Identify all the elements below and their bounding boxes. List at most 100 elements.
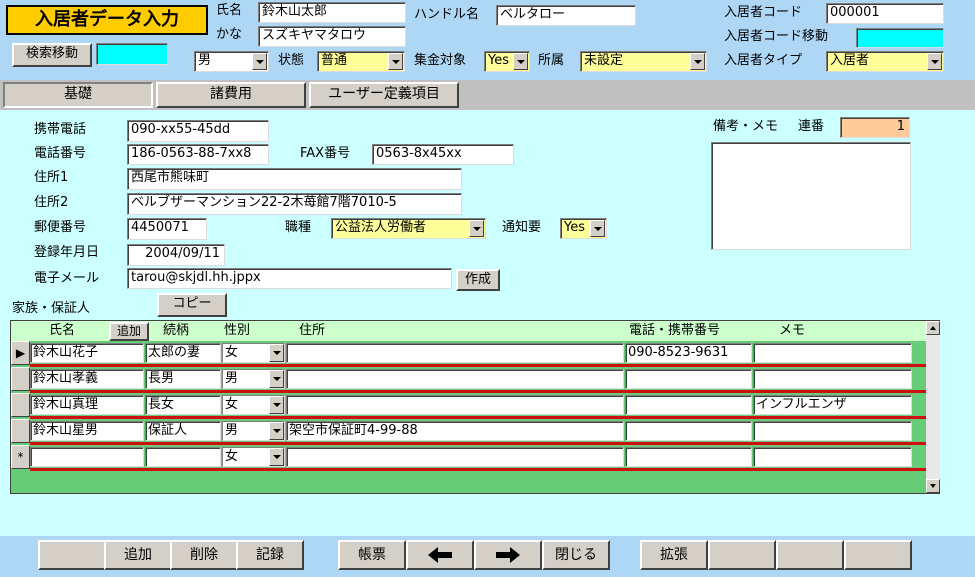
next-record-button[interactable] xyxy=(474,540,542,570)
row-selector[interactable]: * xyxy=(11,445,30,469)
address2-field[interactable]: ベルブザーマンション22-2木苺館7階7010-5 xyxy=(127,193,462,215)
chevron-down-icon[interactable] xyxy=(269,396,284,414)
name-field[interactable]: 鈴木山太郎 xyxy=(258,2,406,23)
gender-cell[interactable]: 女 xyxy=(222,343,285,363)
scroll-up-icon[interactable] xyxy=(926,321,940,335)
chevron-down-icon[interactable] xyxy=(269,422,284,440)
mobile-field[interactable]: 090-xx55-45dd xyxy=(127,120,269,142)
address-cell[interactable] xyxy=(286,369,624,389)
family-name-cell[interactable]: 鈴木山花子 xyxy=(30,343,144,363)
expand-button[interactable]: 拡張 xyxy=(640,540,708,570)
row-selector[interactable] xyxy=(11,393,30,417)
row-selector[interactable]: ▶ xyxy=(11,341,30,365)
delete-record-button[interactable]: 削除 xyxy=(170,540,238,570)
chevron-down-icon[interactable] xyxy=(513,53,528,70)
gender-cell[interactable]: 女 xyxy=(222,447,285,467)
blank-button-2[interactable] xyxy=(708,540,776,570)
job-combo[interactable]: 公益法人労働者 xyxy=(331,218,486,239)
row-selector[interactable] xyxy=(11,367,30,391)
collect-target-combo[interactable]: Yes xyxy=(484,51,530,72)
resident-code-label: 入居者コード xyxy=(724,5,803,20)
scroll-down-icon[interactable] xyxy=(926,479,940,493)
zip-field[interactable]: 4450071 xyxy=(127,218,207,240)
table-row[interactable]: 鈴木山星男 保証人 男 架空市保証町4-99-88 xyxy=(11,419,926,445)
relation-cell[interactable]: 長男 xyxy=(145,369,221,389)
email-field[interactable]: tarou@skjdl.hh.jppx xyxy=(127,268,452,289)
memo-cell[interactable] xyxy=(753,421,912,441)
phone-cell[interactable] xyxy=(625,395,752,415)
phone-cell[interactable] xyxy=(625,447,752,467)
phone-cell[interactable] xyxy=(625,421,752,441)
family-name-cell[interactable]: 鈴木山真理 xyxy=(30,395,144,415)
add-family-button[interactable]: 追加 xyxy=(109,322,149,341)
chevron-down-icon[interactable] xyxy=(927,53,942,70)
tab-basic[interactable]: 基礎 xyxy=(3,82,153,108)
previous-record-button[interactable] xyxy=(406,540,474,570)
table-row[interactable]: 鈴木山孝義 長男 男 xyxy=(11,367,926,393)
close-button[interactable]: 閉じる xyxy=(542,540,610,570)
copy-button[interactable]: コピー xyxy=(157,293,227,317)
chevron-down-icon[interactable] xyxy=(388,53,403,70)
phone-label: 電話番号 xyxy=(34,146,87,161)
handle-field[interactable]: ベルタロー xyxy=(496,5,636,26)
search-move-field[interactable] xyxy=(96,43,168,65)
arrow-left-icon xyxy=(428,547,452,563)
memo-textarea[interactable] xyxy=(711,142,911,250)
gender-cell[interactable]: 女 xyxy=(222,395,285,415)
address-cell[interactable]: 架空市保証町4-99-88 xyxy=(286,421,624,441)
status-combo[interactable]: 普通 xyxy=(317,51,405,72)
table-row[interactable]: 鈴木山真理 長女 女 インフルエンザ xyxy=(11,393,926,419)
tab-expenses[interactable]: 諸費用 xyxy=(156,82,306,108)
blank-button-4[interactable] xyxy=(844,540,912,570)
chevron-down-icon[interactable] xyxy=(252,53,267,70)
save-record-button[interactable]: 記録 xyxy=(236,540,304,570)
gender-combo[interactable]: 男 xyxy=(194,51,269,72)
chevron-down-icon[interactable] xyxy=(469,220,484,237)
phone-field[interactable]: 186-0563-88-7xx8 xyxy=(127,144,269,165)
chevron-down-icon[interactable] xyxy=(269,448,284,466)
relation-cell[interactable] xyxy=(145,447,221,467)
chevron-down-icon[interactable] xyxy=(269,344,284,362)
affiliation-combo[interactable]: 未設定 xyxy=(580,51,707,72)
fax-field[interactable]: 0563-8x45xx xyxy=(372,144,514,165)
phone-cell[interactable] xyxy=(625,369,752,389)
ledger-button[interactable]: 帳票 xyxy=(338,540,406,570)
chevron-down-icon[interactable] xyxy=(690,53,705,70)
tab-user-defined[interactable]: ユーザー定義項目 xyxy=(309,82,459,108)
row-selector[interactable] xyxy=(11,419,30,443)
add-record-button[interactable]: 追加 xyxy=(104,540,172,570)
kana-field[interactable]: スズキヤマタロウ xyxy=(258,26,406,47)
resident-code-field[interactable]: 000001 xyxy=(826,3,944,24)
memo-cell[interactable] xyxy=(753,369,912,389)
grid-vertical-scrollbar[interactable] xyxy=(926,321,940,493)
family-name-cell[interactable] xyxy=(30,447,144,467)
phone-cell[interactable]: 090-8523-9631 xyxy=(625,343,752,363)
search-move-button[interactable]: 検索移動 xyxy=(12,43,92,67)
notice-combo[interactable]: Yes xyxy=(560,218,607,239)
address1-field[interactable]: 西尾市熊味町 xyxy=(127,168,462,190)
resident-code-move-field[interactable] xyxy=(856,28,944,48)
notice-label: 通知要 xyxy=(502,220,542,235)
create-email-button[interactable]: 作成 xyxy=(456,269,500,291)
relation-cell[interactable]: 保証人 xyxy=(145,421,221,441)
address-cell[interactable] xyxy=(286,343,624,363)
resident-type-combo[interactable]: 入居者 xyxy=(826,51,944,72)
relation-cell[interactable]: 長女 xyxy=(145,395,221,415)
memo-cell[interactable] xyxy=(753,343,912,363)
memo-cell[interactable] xyxy=(753,447,912,467)
regdate-field[interactable]: 2004/09/11 xyxy=(127,244,225,266)
table-row[interactable]: ▶ 鈴木山花子 太郎の妻 女 090-8523-9631 xyxy=(11,341,926,367)
memo-cell[interactable]: インフルエンザ xyxy=(753,395,912,415)
gender-cell[interactable]: 男 xyxy=(222,421,285,441)
blank-button-3[interactable] xyxy=(776,540,844,570)
chevron-down-icon[interactable] xyxy=(590,220,605,237)
blank-button-1[interactable] xyxy=(38,540,106,570)
chevron-down-icon[interactable] xyxy=(269,370,284,388)
table-row-new[interactable]: * 女 xyxy=(11,445,926,471)
family-name-cell[interactable]: 鈴木山孝義 xyxy=(30,369,144,389)
family-name-cell[interactable]: 鈴木山星男 xyxy=(30,421,144,441)
address-cell[interactable] xyxy=(286,447,624,467)
gender-cell[interactable]: 男 xyxy=(222,369,285,389)
address-cell[interactable] xyxy=(286,395,624,415)
relation-cell[interactable]: 太郎の妻 xyxy=(145,343,221,363)
